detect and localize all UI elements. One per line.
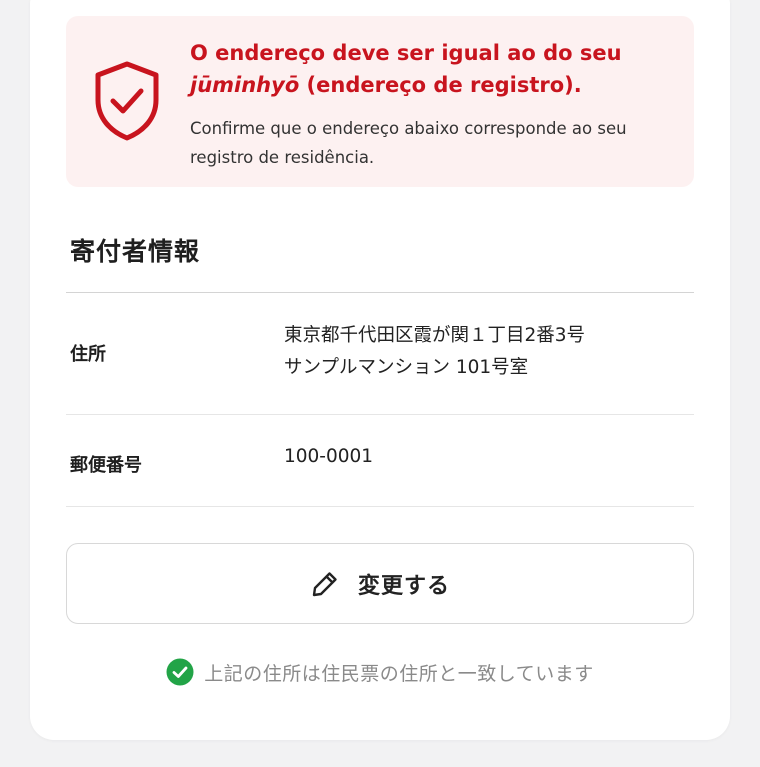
- alert-title: O endereço deve ser igual ao do seu jūmi…: [190, 41, 622, 97]
- change-address-button[interactable]: 変更する: [66, 543, 694, 624]
- alert-title-emphasis: jūminhyō: [190, 73, 300, 97]
- confirmation-text: 上記の住所は住民票の住所と一致しています: [204, 662, 594, 685]
- address-row: 住所 東京都千代田区霞が関１丁目2番3号 サンプルマンション 101号室: [66, 293, 694, 415]
- change-button-label: 変更する: [357, 573, 450, 599]
- address-value: 東京都千代田区霞が関１丁目2番3号 サンプルマンション 101号室: [284, 320, 585, 384]
- address-label: 住所: [70, 344, 106, 365]
- address-match-confirmation: 上記の住所は住民票の住所と一致しています: [30, 658, 730, 686]
- check-circle-icon: [166, 658, 194, 686]
- section-title: 寄付者情報: [70, 237, 201, 266]
- address-match-alert: O endereço deve ser igual ao do seu jūmi…: [66, 16, 694, 187]
- donor-info-card: O endereço deve ser igual ao do seu jūmi…: [30, 0, 730, 740]
- postal-code-row: 郵便番号 100-0001: [66, 415, 694, 507]
- shield-check-icon: [95, 61, 159, 141]
- alert-body: Confirme que o endereço abaixo correspon…: [190, 119, 627, 167]
- address-line-1: 東京都千代田区霞が関１丁目2番3号: [284, 325, 586, 346]
- postal-code-value: 100-0001: [284, 446, 374, 467]
- address-line-2: サンプルマンション 101号室: [284, 357, 529, 378]
- pencil-icon: [312, 571, 337, 596]
- postal-code-label: 郵便番号: [70, 455, 142, 476]
